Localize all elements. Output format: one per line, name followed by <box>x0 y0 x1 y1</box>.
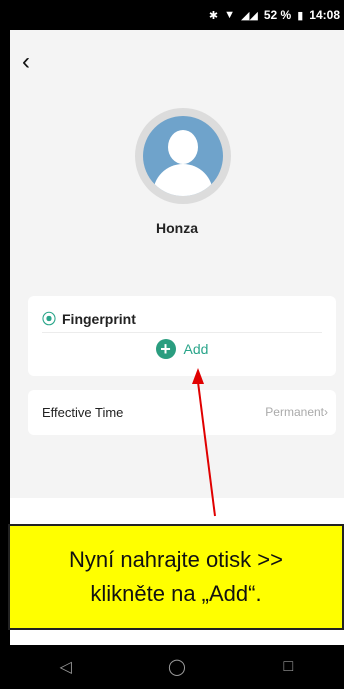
instruction-callout: Nyní nahrajte otisk >> klikněte na „Add“… <box>8 524 344 630</box>
add-fingerprint-button[interactable]: + Add <box>28 339 336 359</box>
fingerprint-title: Fingerprint <box>62 311 136 327</box>
wifi-icon: ▼ <box>224 9 235 21</box>
bluetooth-icon: ✱ <box>208 9 219 22</box>
effective-time-value: Permanent <box>265 405 324 419</box>
plus-icon: + <box>155 339 176 359</box>
avatar <box>135 108 231 204</box>
recents-square-icon[interactable]: □ <box>273 658 303 676</box>
fingerprint-card: ⦿ Fingerprint + Add <box>28 296 336 376</box>
fingerprint-icon: ⦿ <box>42 311 56 327</box>
user-name: Honza <box>156 220 198 236</box>
back-icon[interactable]: ‹ <box>22 50 42 74</box>
status-bar: ✱ ▼ ◢◢ 52 % ▮ 14:08 <box>10 0 344 30</box>
back-triangle-icon[interactable]: ◁ <box>51 657 81 677</box>
battery-icon: ▮ <box>297 9 304 22</box>
fingerprint-header: ⦿ Fingerprint <box>42 309 136 329</box>
clock: 14:08 <box>309 8 340 22</box>
effective-time-label: Effective Time <box>42 405 124 420</box>
chevron-right-icon: › <box>324 405 328 419</box>
divider <box>42 332 322 333</box>
user-silhouette-icon <box>143 116 223 196</box>
add-label: Add <box>183 341 209 357</box>
battery-percent: 52 % <box>263 8 292 22</box>
android-nav-bar: ◁ ◯ □ <box>10 645 344 689</box>
signal-icon: ◢◢ <box>240 9 258 22</box>
effective-time-row[interactable]: Effective Time Permanent› <box>28 390 336 435</box>
home-circle-icon[interactable]: ◯ <box>162 657 192 677</box>
